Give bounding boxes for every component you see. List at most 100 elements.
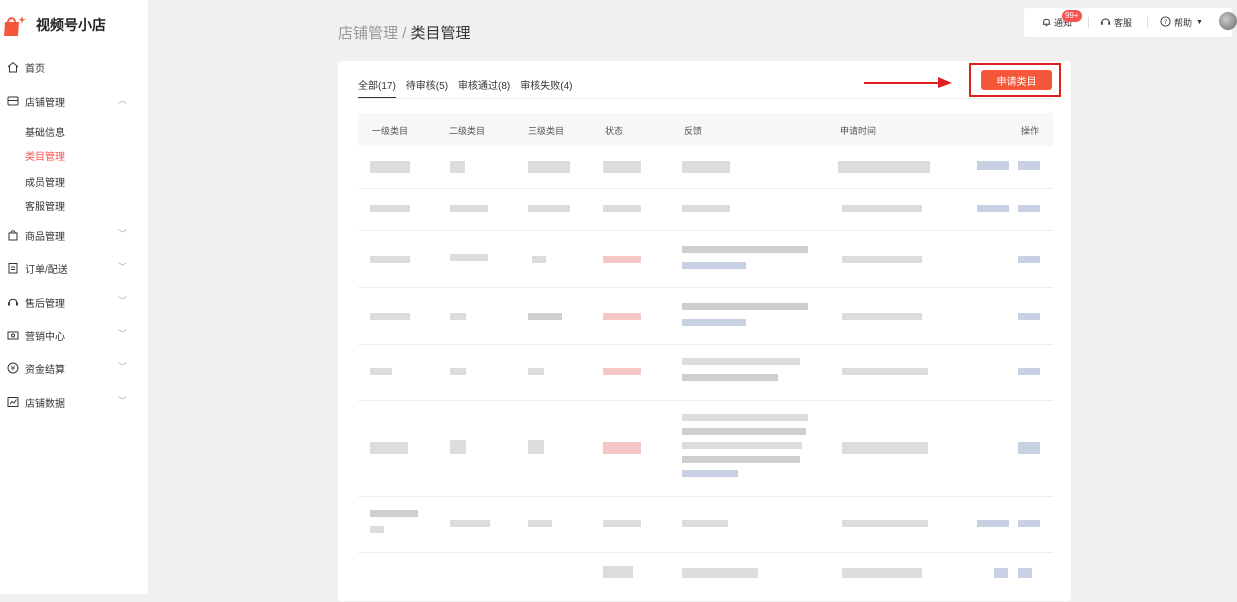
divider: [1147, 17, 1148, 28]
sidebar-item-label: 营销中心: [25, 332, 65, 343]
action-link[interactable]: [1018, 205, 1040, 212]
redacted-cell: [842, 256, 922, 263]
status-badge: [603, 256, 641, 263]
customer-service-button[interactable]: 客服: [1100, 16, 1132, 29]
redacted-feedback: [682, 470, 738, 477]
sidebar-item-aftersale[interactable]: 售后管理 ﹀: [0, 290, 148, 314]
brand[interactable]: 视频号小店: [2, 14, 106, 36]
ticket-icon: [6, 328, 19, 341]
column-header: 三级类目: [528, 126, 565, 136]
tab-approved[interactable]: 审核通过(8): [458, 77, 510, 98]
sidebar-item-orders[interactable]: 订单/配送 ﹀: [0, 256, 148, 280]
redacted-cell: [528, 313, 562, 320]
chevron-down-icon: ﹀: [118, 229, 128, 239]
chart-icon: [6, 395, 19, 408]
red-arrow-annotation: [864, 77, 952, 88]
table-row: [358, 552, 1053, 602]
redacted-feedback: [682, 303, 808, 310]
status-badge: [603, 442, 641, 454]
redacted-cell: [842, 205, 922, 212]
sidebar-item-store[interactable]: 店铺管理 ︿: [0, 89, 148, 113]
breadcrumb: 店铺管理 / 类目管理: [338, 22, 471, 43]
tabs-divider: [358, 98, 1052, 99]
redacted-cell: [370, 368, 392, 375]
help-button[interactable]: ? 帮助 ▼: [1160, 16, 1203, 29]
sidebar-item-finance[interactable]: ¥ 资金结算 ﹀: [0, 356, 148, 380]
redacted-cell: [603, 520, 641, 527]
column-header: 反馈: [684, 126, 703, 136]
sidebar: 视频号小店 首页 店铺管理 ︿ 基础信息 类目管理 成员管理 客服管理 商品管理…: [0, 0, 148, 594]
sidebar-item-home[interactable]: 首页: [0, 55, 148, 79]
action-link[interactable]: [1018, 161, 1040, 170]
redacted-cell: [450, 205, 488, 212]
sidebar-item-label: 首页: [25, 64, 45, 75]
chevron-down-icon: ﹀: [118, 362, 128, 372]
status-badge: [603, 368, 641, 375]
shop-bag-logo-icon: [2, 14, 26, 36]
breadcrumb-parent[interactable]: 店铺管理: [338, 25, 398, 42]
apply-category-button[interactable]: 申请类目: [981, 70, 1052, 90]
table-row: [358, 188, 1053, 231]
tab-pending[interactable]: 待审核(5): [406, 77, 448, 98]
column-header: 状态: [605, 126, 624, 136]
table-row: [358, 146, 1053, 189]
redacted-feedback: [682, 319, 746, 326]
caret-down-icon: ▼: [1196, 19, 1203, 26]
action-link[interactable]: [994, 568, 1008, 578]
sidebar-subitem-members[interactable]: 成员管理: [25, 174, 65, 189]
table-row: [358, 287, 1053, 345]
redacted-cell: [682, 205, 730, 212]
headset-icon: [1100, 16, 1111, 29]
action-link[interactable]: [977, 161, 1009, 170]
sidebar-item-label: 商品管理: [25, 232, 65, 243]
sidebar-item-marketing[interactable]: 营销中心 ﹀: [0, 323, 148, 347]
action-link[interactable]: [1018, 442, 1040, 454]
redacted-cell: [842, 368, 928, 375]
sidebar-item-label: 售后管理: [25, 299, 65, 310]
home-icon: [6, 60, 19, 73]
help-label: 帮助: [1174, 18, 1193, 28]
action-link[interactable]: [977, 205, 1009, 212]
tab-rejected[interactable]: 审核失败(4): [520, 77, 572, 98]
redacted-cell: [370, 256, 410, 263]
redacted-cell: [370, 313, 410, 320]
chevron-up-icon: ︿: [118, 95, 128, 105]
sidebar-item-data[interactable]: 店铺数据 ﹀: [0, 390, 148, 414]
svg-text:?: ?: [1164, 18, 1167, 26]
top-toolbar: 通知 客服 ? 帮助 ▼: [1024, 8, 1232, 37]
redacted-cell: [603, 566, 633, 578]
redacted-feedback: [682, 442, 802, 449]
sidebar-subitem-category[interactable]: 类目管理: [25, 148, 65, 163]
sidebar-item-products[interactable]: 商品管理 ﹀: [0, 223, 148, 247]
sidebar-subitem-customer-service[interactable]: 客服管理: [25, 198, 65, 213]
help-circle-icon: ?: [1160, 16, 1171, 29]
avatar[interactable]: [1219, 12, 1237, 30]
action-link[interactable]: [1018, 256, 1040, 263]
redacted-feedback: [682, 374, 778, 381]
tab-all[interactable]: 全部(17): [358, 77, 396, 98]
sidebar-subitem-basic-info[interactable]: 基础信息: [25, 124, 65, 139]
action-link[interactable]: [1018, 520, 1040, 527]
notification-badge: 99+: [1062, 10, 1082, 22]
bag-icon: [6, 228, 19, 241]
redacted-cell: [370, 161, 410, 173]
column-header: 操作: [1021, 126, 1040, 136]
redacted-feedback: [682, 456, 800, 463]
table-row: [358, 230, 1053, 288]
action-link[interactable]: [1018, 368, 1040, 375]
action-link[interactable]: [1018, 313, 1040, 320]
table-row: [358, 344, 1053, 401]
redacted-cell: [450, 368, 466, 375]
sidebar-item-label: 店铺数据: [25, 399, 65, 410]
redacted-feedback: [682, 358, 800, 365]
redacted-feedback: [682, 246, 808, 253]
redacted-cell: [528, 205, 570, 212]
redacted-cell: [450, 520, 490, 527]
clipboard-icon: [6, 261, 19, 274]
action-link[interactable]: [1018, 568, 1032, 578]
chevron-down-icon: ﹀: [118, 262, 128, 272]
column-header: 一级类目: [372, 126, 409, 136]
redacted-cell: [450, 440, 466, 454]
status-badge: [603, 313, 641, 320]
action-link[interactable]: [977, 520, 1009, 527]
